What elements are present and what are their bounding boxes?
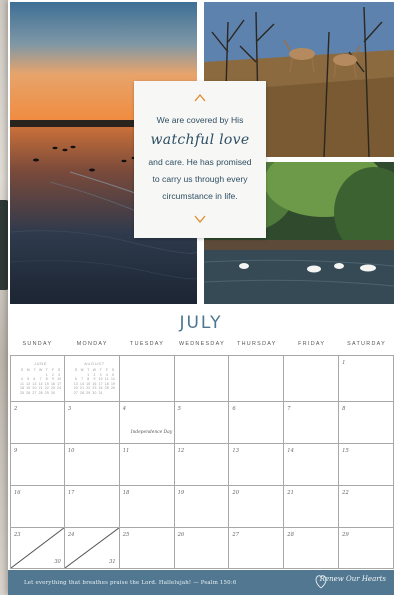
day-number: 7 (287, 406, 291, 412)
quote-line-2: and care. He has promised (148, 157, 252, 167)
calendar-page: We are covered by His watchful love and … (8, 0, 394, 595)
day-number: 3 (67, 406, 72, 412)
day-cell[interactable] (174, 355, 230, 402)
calendar-photo: We are covered by His watchful love and … (0, 0, 394, 595)
footer-brand: Renew Our Hearts (319, 575, 386, 583)
day-number: 12 (177, 448, 185, 454)
mini-day (56, 391, 62, 396)
day-cell[interactable]: 23 30 (10, 528, 65, 569)
day-cell[interactable]: 27 (229, 528, 285, 569)
weekday-header-row: SUNDAY MONDAY TUESDAY WEDNESDAY THURSDAY FRID… (10, 341, 394, 353)
day-number: 28 (287, 532, 294, 538)
day-cell[interactable]: 19 (174, 486, 230, 528)
day-number: 14 (287, 448, 294, 454)
quote-line-1: We are covered by His (156, 115, 244, 125)
day-cell[interactable] (229, 355, 285, 402)
quote-line-3: to carry us through every (152, 174, 248, 184)
day-number: 22 (342, 490, 349, 496)
mini-calendar-week: 25 26 27 28 29 30 (19, 391, 62, 396)
day-number: 25 (122, 532, 130, 538)
mini-calendar-week: 27 28 29 30 31 (73, 391, 116, 396)
day-cell[interactable]: 5 (174, 402, 230, 444)
day-cell[interactable]: 11 (119, 444, 175, 486)
day-number: 17 (67, 490, 75, 496)
day-cell[interactable]: 8 (339, 402, 394, 444)
chevron-up-icon (134, 89, 266, 107)
weekday-friday: FRIDAY (298, 341, 326, 347)
day-number: 15 (342, 448, 349, 454)
day-cell[interactable]: 22 (339, 486, 394, 528)
weekday-thursday: THURSDAY (237, 341, 277, 347)
mini-day (110, 391, 116, 396)
mini-calendar-august: AUGUST S M T W T F S 1 2 3 4 5 6 7 8 9 10 11 12 13 14 15 16 17 18… (73, 362, 116, 396)
day-cell[interactable]: 16 (10, 486, 65, 528)
day-cell[interactable]: 17 (64, 486, 120, 528)
month-title: JULY (179, 313, 223, 333)
quote-line-4: circumstance in life. (162, 191, 238, 201)
day-cell[interactable]: 10 (64, 444, 120, 486)
day-number: 20 (232, 490, 240, 496)
day-cell[interactable]: 24 31 (64, 528, 120, 569)
weekday-tuesday: TUESDAY (130, 341, 165, 347)
day-number: 6 (232, 406, 236, 412)
day-cell[interactable]: AUGUST S M T W T F S 1 2 3 4 5 6 7 8 9 10 11 12 13 14 15 16 17 18… (64, 355, 120, 402)
day-number: 5 (177, 406, 181, 412)
day-number: 26 (177, 532, 185, 538)
mini-calendar-title: JUNE (34, 362, 48, 366)
day-cell[interactable]: 4 Independence Day (119, 402, 175, 444)
day-cell[interactable]: 18 (119, 486, 175, 528)
day-number: 18 (122, 490, 130, 496)
chevron-down-icon (134, 210, 266, 228)
day-cell[interactable]: 12 (174, 444, 230, 486)
day-cell[interactable]: 15 (339, 444, 394, 486)
day-number: 10 (67, 448, 75, 454)
day-cell[interactable]: 25 (119, 528, 175, 569)
day-number: 29 (342, 532, 349, 538)
day-cell[interactable] (284, 355, 340, 402)
weekday-monday: MONDAY (76, 341, 108, 347)
mini-calendar-june: JUNE S M T W T F S 1 2 3 4 5 6 7 8 9 10 11 12 13 14 15 16 17 18 19… (19, 362, 62, 396)
day-cell[interactable]: JUNE S M T W T F S 1 2 3 4 5 6 7 8 9 10 11 12 13 14 15 16 17 18 19… (10, 355, 65, 402)
day-cell[interactable]: 13 (229, 444, 285, 486)
day-number: 11 (122, 448, 130, 454)
mini-calendar-title: AUGUST (84, 362, 105, 366)
day-number-split: 30 (54, 559, 61, 565)
day-cell[interactable]: 28 (284, 528, 340, 569)
calendar-grid: JUNE S M T W T F S 1 2 3 4 5 6 7 8 9 10 11 12 13 14 15 16 17 18 19… (10, 355, 394, 569)
weekday-wednesday: WEDNESDAY (178, 341, 225, 347)
day-number: 2 (14, 406, 18, 412)
footer-bar: Let everything that breathes praise the … (8, 570, 394, 595)
day-cell[interactable]: 26 (174, 528, 230, 569)
holiday-label: Independence Day (130, 430, 173, 435)
day-number: 9 (14, 448, 18, 454)
day-cell[interactable]: 1 (339, 355, 394, 402)
day-cell[interactable]: 7 (284, 402, 340, 444)
day-number: 16 (14, 490, 21, 496)
day-number: 21 (287, 490, 294, 496)
weekday-sunday: SUNDAY (22, 341, 53, 347)
day-cell[interactable]: 3 (64, 402, 120, 444)
day-cell[interactable]: 20 (229, 486, 285, 528)
quote-card: We are covered by His watchful love and … (134, 81, 266, 238)
day-cell[interactable]: 9 (10, 444, 65, 486)
day-number-split: 31 (109, 559, 116, 565)
day-cell[interactable]: 14 (284, 444, 340, 486)
day-number: 19 (177, 490, 185, 496)
day-cell[interactable]: 2 (10, 402, 65, 444)
day-number: 1 (342, 360, 346, 366)
day-number: 8 (342, 406, 346, 412)
footer-verse: Let everything that breathes praise the … (24, 580, 237, 586)
day-cell[interactable] (119, 355, 175, 402)
quote-script: watchful love (150, 132, 250, 148)
day-number: 27 (232, 532, 240, 538)
day-cell[interactable]: 6 (229, 402, 285, 444)
day-number: 13 (232, 448, 240, 454)
day-number: 4 (122, 406, 127, 412)
day-cell[interactable]: 29 (339, 528, 394, 569)
day-cell[interactable]: 21 (284, 486, 340, 528)
weekday-saturday: SATURDAY (347, 341, 387, 347)
